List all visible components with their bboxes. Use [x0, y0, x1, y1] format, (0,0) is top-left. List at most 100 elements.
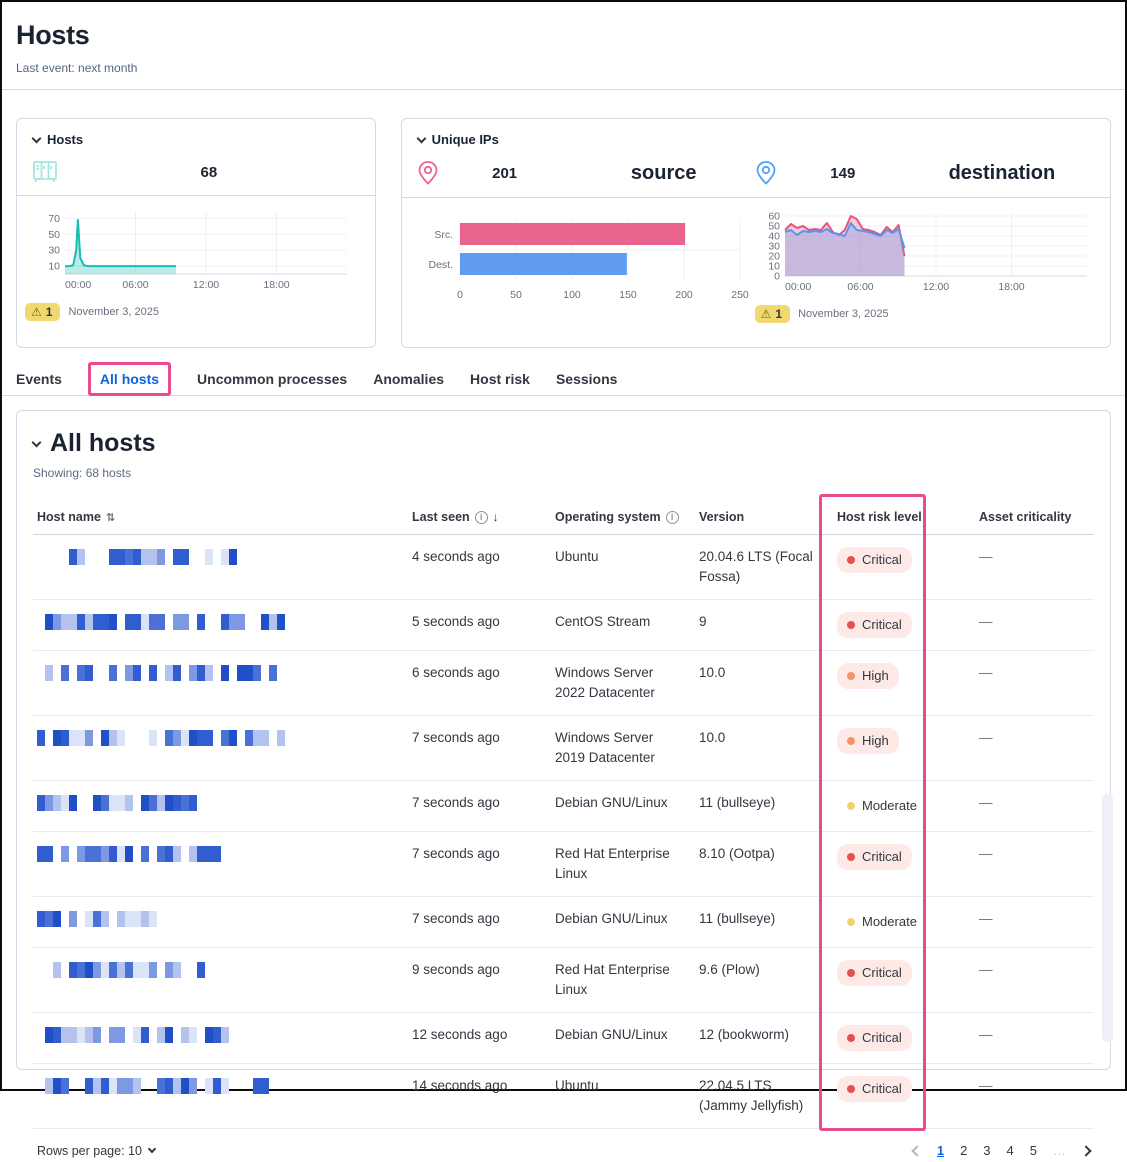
table-row[interactable]: 5 seconds ago CentOS Stream 9 Critical — — [33, 600, 1094, 651]
sort-desc-icon[interactable]: ↓ — [493, 510, 499, 524]
os-value: Debian GNU/Linux — [551, 897, 695, 947]
info-icon[interactable]: i — [475, 511, 488, 524]
pagination-ellipsis: … — [1053, 1143, 1066, 1158]
col-host-risk-level[interactable]: Host risk level — [833, 502, 975, 534]
version-value: 9.6 (Plow) — [695, 948, 833, 1012]
page-5-button[interactable]: 5 — [1030, 1143, 1037, 1158]
chart-date-label: November 3, 2025 — [798, 308, 889, 320]
table-row[interactable]: 14 seconds ago Ubuntu 22.04.5 LTS (Jammy… — [33, 1064, 1094, 1129]
unique-ips-bar-chart: 050100150200250Src.Dest. — [410, 208, 750, 308]
tab-all-hosts[interactable]: All hosts — [88, 362, 171, 396]
next-page-button[interactable] — [1080, 1145, 1091, 1156]
version-value: 22.04.5 LTS (Jammy Jellyfish) — [695, 1064, 833, 1128]
os-value: Ubuntu — [551, 535, 695, 599]
chart-warning-badge[interactable]: ⚠ 1 — [25, 303, 60, 321]
risk-badge: Moderate — [837, 793, 927, 819]
tab-host-risk[interactable]: Host risk — [470, 371, 530, 387]
pagination: 1 2 3 4 5 … — [913, 1143, 1090, 1158]
svg-text:60: 60 — [768, 211, 780, 223]
server-rack-icon — [33, 161, 59, 183]
last-event-label: Last event: next month — [16, 61, 1109, 75]
host-name-redacted[interactable] — [37, 911, 162, 927]
table-row[interactable]: 7 seconds ago Debian GNU/Linux 11 (bulls… — [33, 897, 1094, 948]
col-version[interactable]: Version — [695, 502, 833, 534]
col-operating-system[interactable]: Operating system i — [551, 502, 695, 534]
page-2-button[interactable]: 2 — [960, 1143, 967, 1158]
chart-date-label: November 3, 2025 — [68, 306, 159, 318]
tab-anomalies[interactable]: Anomalies — [373, 371, 444, 387]
asset-criticality-value: — — [975, 535, 1094, 599]
risk-dot-icon — [847, 969, 855, 977]
rows-per-page-selector[interactable]: Rows per page: 10 — [37, 1144, 155, 1158]
warning-triangle-icon: ⚠ — [31, 305, 42, 319]
table-row[interactable]: 7 seconds ago Debian GNU/Linux 11 (bulls… — [33, 781, 1094, 832]
os-value: Windows Server 2022 Datacenter — [551, 651, 695, 715]
collapse-chevron-icon[interactable] — [32, 437, 42, 447]
page-3-button[interactable]: 3 — [983, 1143, 990, 1158]
collapse-chevron-icon[interactable] — [32, 133, 42, 143]
last-seen-value: 7 seconds ago — [408, 781, 551, 831]
risk-dot-icon — [847, 918, 855, 926]
info-icon[interactable]: i — [666, 511, 679, 524]
page-1-button[interactable]: 1 — [937, 1143, 944, 1158]
table-body: 4 seconds ago Ubuntu 20.04.6 LTS (Focal … — [33, 535, 1094, 1129]
table-row[interactable]: 9 seconds ago Red Hat Enterprise Linux 9… — [33, 948, 1094, 1013]
table-row[interactable]: 7 seconds ago Red Hat Enterprise Linux 8… — [33, 832, 1094, 897]
risk-badge: Critical — [837, 1025, 912, 1051]
risk-dot-icon — [847, 621, 855, 629]
host-name-redacted[interactable] — [37, 614, 287, 630]
risk-dot-icon — [847, 802, 855, 810]
host-name-redacted[interactable] — [37, 730, 287, 746]
asset-criticality-value: — — [975, 600, 1094, 650]
vertical-scrollbar[interactable] — [1102, 794, 1113, 1042]
table-row[interactable]: 4 seconds ago Ubuntu 20.04.6 LTS (Focal … — [33, 535, 1094, 600]
host-name-redacted[interactable] — [37, 665, 282, 681]
last-seen-value: 12 seconds ago — [408, 1013, 551, 1063]
all-hosts-table: Host name ⇅ Last seen i ↓ Operating syst… — [33, 502, 1094, 1129]
os-value: Debian GNU/Linux — [551, 1013, 695, 1063]
chart-warning-badge[interactable]: ⚠ 1 — [755, 305, 790, 323]
previous-page-button[interactable] — [911, 1145, 922, 1156]
col-asset-criticality[interactable]: Asset criticality — [975, 502, 1094, 534]
version-value: 8.10 (Ootpa) — [695, 832, 833, 896]
collapse-chevron-icon[interactable] — [416, 133, 426, 143]
host-name-redacted[interactable] — [37, 846, 237, 862]
table-row[interactable]: 7 seconds ago Windows Server 2019 Datace… — [33, 716, 1094, 781]
source-ips-count: 201 — [438, 165, 572, 182]
tab-sessions[interactable]: Sessions — [556, 371, 617, 387]
unique-ips-panel-title: Unique IPs — [432, 132, 499, 147]
risk-badge: Critical — [837, 844, 912, 870]
svg-text:250: 250 — [731, 289, 749, 301]
hosts-tabs: Events All hosts Uncommon processes Anomali… — [2, 348, 1125, 396]
tab-events[interactable]: Events — [16, 371, 62, 387]
last-seen-value: 6 seconds ago — [408, 651, 551, 715]
all-hosts-panel: All hosts Showing: 68 hosts Host name ⇅ … — [16, 410, 1111, 1070]
os-value: Ubuntu — [551, 1064, 695, 1128]
svg-text:70: 70 — [48, 213, 60, 225]
risk-badge: Critical — [837, 1076, 912, 1102]
host-name-redacted[interactable] — [37, 1078, 272, 1094]
svg-text:Dest.: Dest. — [428, 259, 453, 271]
table-row[interactable]: 6 seconds ago Windows Server 2022 Datace… — [33, 651, 1094, 716]
col-last-seen[interactable]: Last seen i ↓ — [408, 502, 551, 534]
last-seen-value: 7 seconds ago — [408, 716, 551, 780]
svg-text:50: 50 — [48, 229, 60, 241]
host-name-redacted[interactable] — [37, 1027, 232, 1043]
svg-text:100: 100 — [563, 289, 581, 301]
sort-updown-icon[interactable]: ⇅ — [106, 511, 115, 524]
risk-dot-icon — [847, 737, 855, 745]
host-name-redacted[interactable] — [37, 795, 197, 811]
host-name-redacted[interactable] — [37, 549, 267, 565]
destination-pin-icon — [756, 161, 776, 185]
version-value: 11 (bullseye) — [695, 781, 833, 831]
asset-criticality-value: — — [975, 1064, 1094, 1128]
table-row[interactable]: 12 seconds ago Debian GNU/Linux 12 (book… — [33, 1013, 1094, 1064]
host-name-redacted[interactable] — [37, 962, 212, 978]
version-value: 12 (bookworm) — [695, 1013, 833, 1063]
svg-text:200: 200 — [675, 289, 693, 301]
page-4-button[interactable]: 4 — [1007, 1143, 1014, 1158]
svg-text:12:00: 12:00 — [923, 281, 949, 293]
col-host-name[interactable]: Host name ⇅ — [33, 502, 408, 534]
risk-dot-icon — [847, 556, 855, 564]
tab-uncommon-processes[interactable]: Uncommon processes — [197, 371, 347, 387]
